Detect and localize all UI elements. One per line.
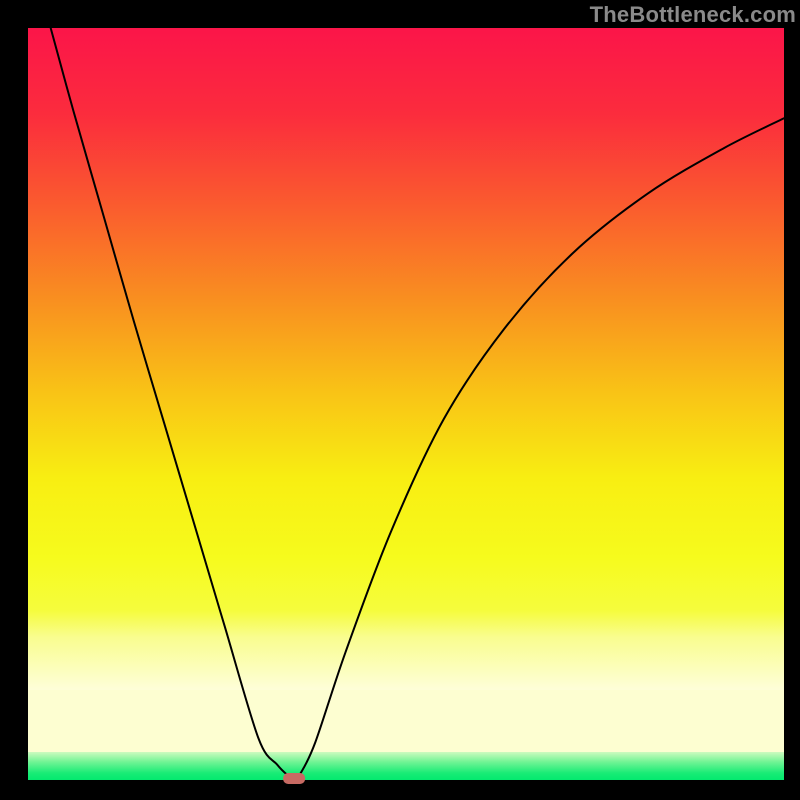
chart-container: { "watermark": "TheBottleneck.com", "cha… xyxy=(0,0,800,800)
optimal-marker xyxy=(283,773,305,784)
green-band xyxy=(28,752,784,780)
light-yellow-band xyxy=(28,690,784,752)
watermark-text: TheBottleneck.com xyxy=(590,2,796,28)
plot-gradient-background xyxy=(28,28,784,690)
bottleneck-chart xyxy=(0,0,800,800)
